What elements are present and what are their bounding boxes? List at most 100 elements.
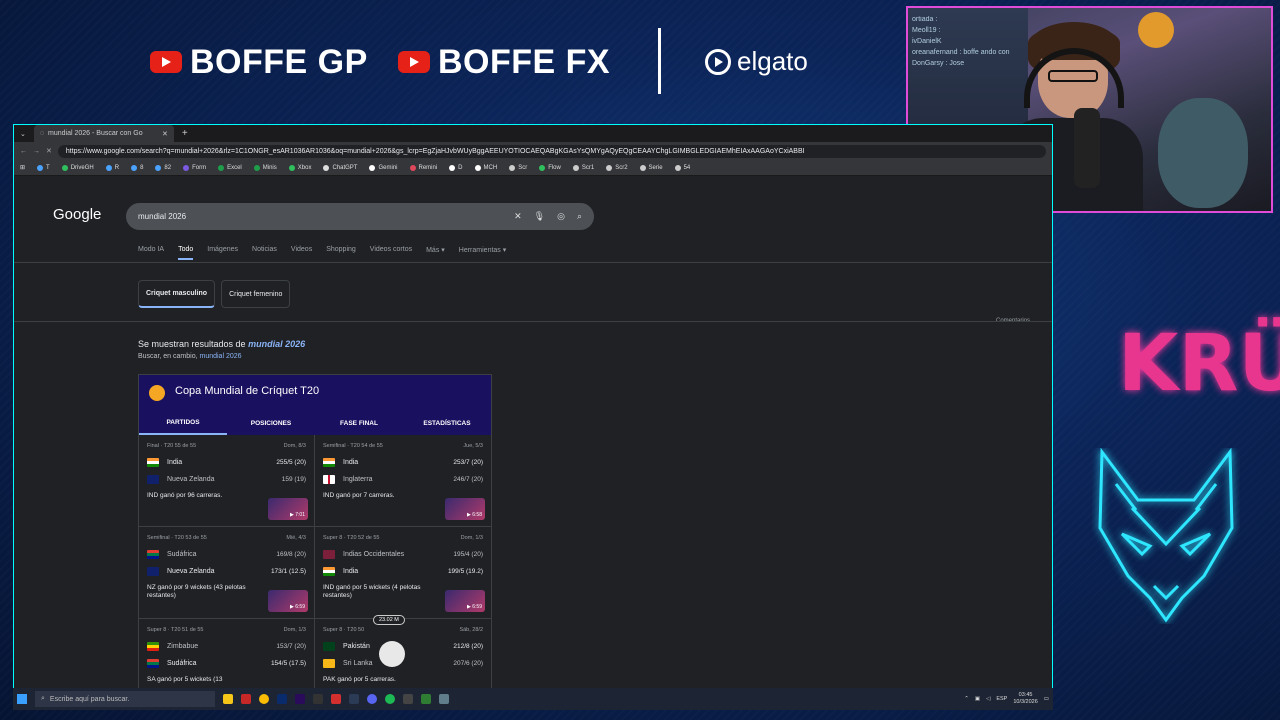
- card-tab-fase-final[interactable]: FASE FINAL: [315, 411, 403, 435]
- match-result: NZ ganó por 9 wickets (43 pelotas restan…: [147, 584, 246, 599]
- bookmark[interactable]: DriveGH: [61, 164, 94, 171]
- tab-mundial[interactable]: ◌ mundial 2026 - Buscar con Go ✕: [33, 125, 174, 142]
- taskbar-search-input[interactable]: ⌕ Escribe aquí para buscar.: [35, 691, 215, 707]
- tab-todo[interactable]: Todo: [178, 246, 194, 260]
- flag-icon: [147, 659, 159, 668]
- address-bar[interactable]: https://www.google.com/search?q=mundial+…: [57, 144, 1046, 158]
- team-row: India 253/7 (20): [323, 454, 483, 471]
- file-explorer-icon[interactable]: [223, 694, 233, 704]
- bookmark[interactable]: Scr: [509, 164, 527, 171]
- app-icon[interactable]: [241, 694, 251, 704]
- discord-icon[interactable]: [367, 694, 377, 704]
- bookmark[interactable]: 82: [155, 164, 171, 171]
- bookmark[interactable]: ChatGPT: [323, 164, 357, 171]
- back-icon[interactable]: ←: [20, 148, 27, 155]
- tab-videos-cortos[interactable]: Videos cortos: [370, 246, 412, 260]
- bookmark[interactable]: 54: [674, 164, 690, 171]
- microphone-icon[interactable]: 🎙: [534, 211, 545, 222]
- bookmark[interactable]: D: [449, 164, 463, 171]
- chip-criquet-masculino[interactable]: Criquet masculino: [138, 280, 216, 308]
- close-tab-icon[interactable]: ✕: [162, 130, 168, 138]
- bookmark[interactable]: Flow: [539, 164, 561, 171]
- bookmark[interactable]: Gemini: [369, 164, 398, 171]
- video-thumbnail[interactable]: ▶ 7:01: [268, 498, 308, 520]
- tab-modo-ia[interactable]: Modo IA: [138, 246, 164, 260]
- chip-criquet-femenino[interactable]: Criquet femenino: [221, 280, 291, 308]
- match-result: IND ganó por 5 wickets (4 pelotas restan…: [323, 584, 421, 599]
- tab-videos[interactable]: Videos: [291, 246, 312, 260]
- search-icon[interactable]: ⌕: [577, 211, 582, 222]
- xbox-icon[interactable]: [421, 694, 431, 704]
- tab-mas[interactable]: Más ▾: [426, 246, 445, 260]
- volume-icon[interactable]: ◁: [986, 696, 990, 702]
- clock[interactable]: 03:45 10/3/2026: [1013, 692, 1037, 706]
- tab-herramientas[interactable]: Herramientas ▾: [459, 246, 506, 260]
- divider: [14, 262, 1052, 263]
- search-input[interactable]: mundial 2026 ✕ 🎙 ◎ ⌕: [126, 203, 594, 230]
- app-icon[interactable]: [331, 694, 341, 704]
- bookmark[interactable]: Serie: [639, 164, 663, 171]
- card-tab-posiciones[interactable]: POSICIONES: [227, 411, 315, 435]
- flag-icon: [147, 475, 159, 484]
- clear-icon[interactable]: ✕: [514, 211, 522, 222]
- instead-query-link[interactable]: mundial 2026: [199, 353, 241, 360]
- google-logo[interactable]: Google: [53, 206, 101, 223]
- cricket-trophy-icon: [149, 385, 165, 401]
- match-result: IND ganó por 7 carreras.: [323, 492, 395, 499]
- photoshop-icon[interactable]: [277, 694, 287, 704]
- tray-app-icon[interactable]: ▣: [975, 696, 980, 702]
- bookmark[interactable]: MCH: [474, 164, 497, 171]
- webcam-chat-overlay: ortiada : Meoll19 : ivDanielK oreanafern…: [912, 14, 1010, 69]
- bookmarks-bar: ⊞ T DriveGH R 8 82 Form Excel Minis Xbox…: [14, 160, 1052, 176]
- tab-noticias[interactable]: Noticias: [252, 246, 277, 260]
- app-icon[interactable]: [403, 694, 413, 704]
- bookmark[interactable]: Remini: [409, 164, 437, 171]
- lens-icon[interactable]: ◎: [557, 211, 565, 222]
- notifications-icon[interactable]: ▭: [1044, 696, 1049, 702]
- bookmark[interactable]: Scr1: [572, 164, 594, 171]
- match-card[interactable]: Final · T20 55 de 55 Dom, 8/3 India 255/5 …: [139, 435, 315, 527]
- shown-query-link[interactable]: mundial 2026: [248, 339, 305, 349]
- flag-icon: [323, 659, 335, 668]
- steam-icon[interactable]: [349, 694, 359, 704]
- windows-start-icon[interactable]: [17, 694, 27, 704]
- team-row: Sudáfrica 154/5 (17.5): [147, 655, 306, 672]
- app-icon[interactable]: [313, 694, 323, 704]
- stop-icon[interactable]: ✕: [46, 147, 52, 155]
- bookmark[interactable]: Xbox: [288, 164, 311, 171]
- spotify-icon[interactable]: [385, 694, 395, 704]
- bookmark[interactable]: 8: [131, 164, 143, 171]
- flag-icon: [323, 475, 335, 484]
- bookmark[interactable]: Excel: [218, 164, 242, 171]
- premiere-icon[interactable]: [295, 694, 305, 704]
- match-card[interactable]: Semifinal · T20 53 de 55 Mié, 4/3 Sudáfri…: [139, 527, 315, 619]
- bookmark[interactable]: Minis: [253, 164, 277, 171]
- video-thumbnail[interactable]: ▶ 6:59: [445, 590, 485, 612]
- app-icon[interactable]: [439, 694, 449, 704]
- new-tab-icon[interactable]: +: [182, 128, 188, 139]
- chrome-icon[interactable]: [259, 694, 269, 704]
- card-title[interactable]: Copa Mundial de Críquet T20: [175, 385, 319, 397]
- language-indicator[interactable]: ESP: [996, 696, 1007, 702]
- tab-shopping[interactable]: Shopping: [326, 246, 356, 260]
- tray-arrow-icon[interactable]: ⌃: [964, 696, 969, 702]
- match-result: PAK ganó por 5 carreras.: [323, 676, 396, 683]
- flag-icon: [147, 642, 159, 651]
- video-thumbnail[interactable]: ▶ 6:58: [445, 498, 485, 520]
- flag-icon: [323, 567, 335, 576]
- tab-imagenes[interactable]: Imágenes: [207, 246, 238, 260]
- forward-icon[interactable]: →: [33, 148, 40, 155]
- card-tab-partidos[interactable]: PARTIDOS: [139, 411, 227, 435]
- bookmark[interactable]: T: [37, 164, 50, 171]
- bookmark[interactable]: Scr2: [606, 164, 628, 171]
- apps-icon[interactable]: ⊞: [20, 164, 25, 171]
- bookmark[interactable]: R: [105, 164, 119, 171]
- match-card[interactable]: Semifinal · T20 54 de 55 Jue, 5/3 India 25…: [315, 435, 491, 527]
- tab-list-icon[interactable]: ⌄: [20, 130, 26, 138]
- match-card[interactable]: Super 8 · T20 52 de 55 Dom, 1/3 Indias Oc…: [315, 527, 491, 619]
- card-tab-estadisticas[interactable]: ESTADÍSTICAS: [403, 411, 491, 435]
- taskbar-search-placeholder: Escribe aquí para buscar.: [49, 695, 130, 703]
- bookmark[interactable]: Form: [183, 164, 206, 171]
- flag-icon: [147, 567, 159, 576]
- video-thumbnail[interactable]: ▶ 6:59: [268, 590, 308, 612]
